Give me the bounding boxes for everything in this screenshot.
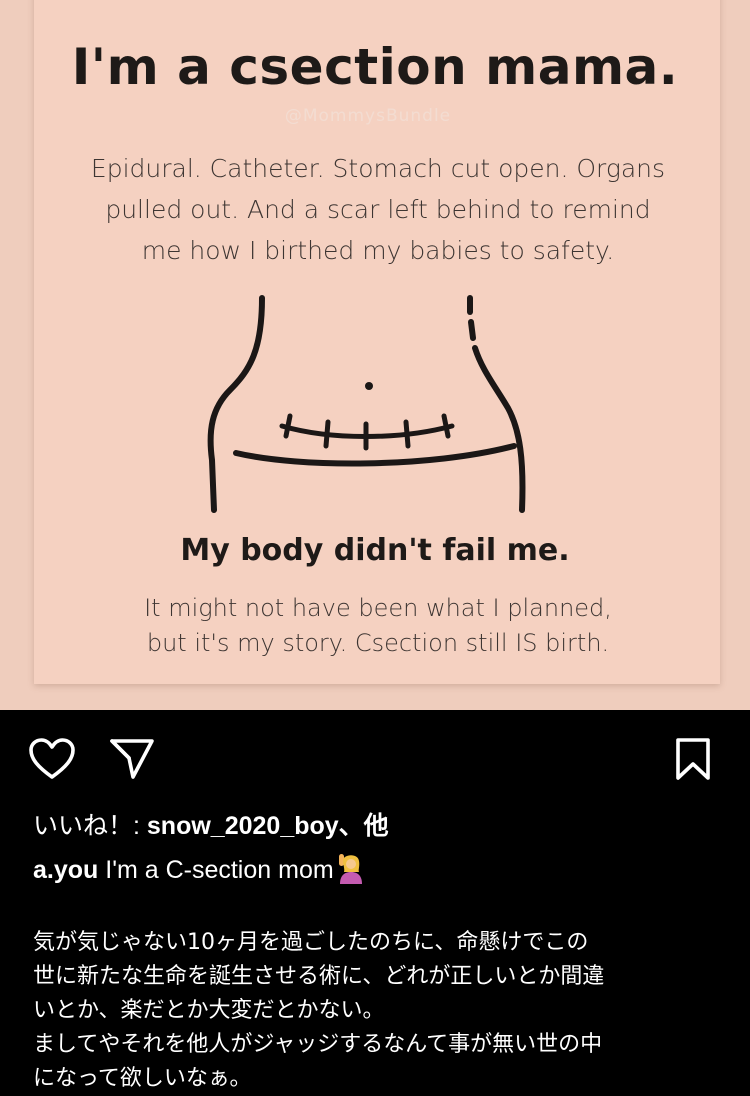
caption-body: 気が気じゃない10ヶ月を過ごしたのちに、命懸けでこの 世に新たな生命を誕生させる… [33,926,723,1096]
heart-outline-icon [29,738,75,779]
intro-line: me how I birthed my babies to safety. [141,236,615,265]
likes-prefix: いいね！: [33,812,147,840]
like-button[interactable] [27,736,77,782]
right-waist-dash [468,319,476,341]
caption-body-line: 世に新たな生命を誕生させる術に、どれが正しいとか間違 [33,964,605,989]
post-image[interactable]: I'm a csection mama. @MommysBundle Epidu… [0,0,750,710]
post-action-bar [0,728,750,790]
likes-summary: いいね！: snow_2020_boy、他 [33,806,389,842]
caption-body-line: いとか、楽だとか大変だとかない。 [33,998,385,1023]
likes-others-link[interactable]: 、他 [339,812,389,840]
closing-line: It might not have been what I planned, [144,594,612,622]
paper-plane-icon [110,739,154,779]
intro-line: pulled out. And a scar left behind to re… [105,195,651,224]
bookmark-outline-icon [676,738,710,780]
caption-username[interactable]: a.you [33,856,98,884]
image-watermark: @MommysBundle [284,106,452,126]
navel-dot [365,382,373,390]
share-button[interactable] [107,736,157,782]
caption: a.you I'm a C-section mom [33,852,364,885]
image-intro: Epidural. Catheter. Stomach cut open. Or… [70,148,686,271]
image-subheadline: My body didn't fail me. [180,533,570,568]
caption-body-line: になって欲しいなぁ。 [33,1066,252,1091]
waistband-line [233,443,517,467]
person-raising-hand-emoji [338,854,362,884]
left-waist-line [207,295,265,513]
liked-by-username[interactable]: snow_2020_boy [147,812,339,840]
save-button[interactable] [668,736,718,782]
closing-line: but it's my story. Csection still IS bir… [146,629,610,657]
image-closing: It might not have been what I planned, b… [100,591,656,661]
intro-line: Epidural. Catheter. Stomach cut open. Or… [90,154,666,183]
caption-body-line: 気が気じゃない10ヶ月を過ごしたのちに、命懸けでこの [33,930,589,955]
right-waist-line [472,345,526,513]
belly-scar-illustration [207,295,526,513]
image-headline: I'm a csection mama. [71,38,679,96]
caption-body-line: ましてやそれを他人がジャッジするなんて事が無い世の中 [33,1032,603,1057]
caption-text: I'm a C-section mom [98,856,334,884]
